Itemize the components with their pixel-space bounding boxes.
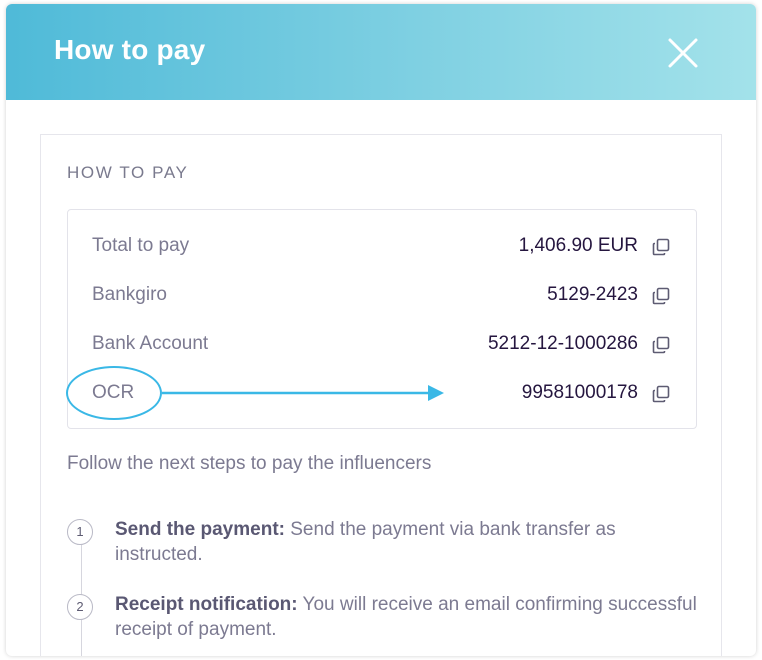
ocr-annotation-arrow bbox=[162, 385, 444, 401]
step-text: Send the payment: Send the payment via b… bbox=[115, 517, 705, 567]
step-title: Send the payment: bbox=[115, 519, 285, 540]
step-title: Receipt notification: bbox=[115, 594, 298, 615]
copy-icon[interactable] bbox=[652, 287, 670, 305]
row-value: 1,406.90 EUR bbox=[518, 235, 638, 256]
row-label: Bank Account bbox=[92, 333, 209, 354]
row-value: 5212-12-1000286 bbox=[487, 333, 638, 354]
row-label: Total to pay bbox=[92, 235, 190, 256]
row-label: Bankgiro bbox=[92, 284, 167, 305]
row-total-to-pay: Total to pay 1,406.90 EUR bbox=[68, 231, 696, 261]
close-button[interactable] bbox=[666, 36, 700, 70]
step-number: 1 bbox=[67, 519, 93, 545]
ocr-highlight-ellipse bbox=[66, 366, 162, 420]
how-to-pay-card: HOW TO PAY Total to pay 1,406.90 EUR Ban… bbox=[40, 134, 722, 656]
copy-icon[interactable] bbox=[652, 238, 670, 256]
close-icon bbox=[668, 38, 698, 68]
section-title: HOW TO PAY bbox=[67, 163, 189, 182]
instructions-text: Follow the next steps to pay the influen… bbox=[67, 453, 432, 474]
row-bankgiro: Bankgiro 5129-2423 bbox=[68, 280, 696, 310]
copy-icon[interactable] bbox=[652, 385, 670, 403]
copy-icon[interactable] bbox=[652, 336, 670, 354]
step-number: 2 bbox=[67, 594, 93, 620]
row-value: 99581000178 bbox=[521, 382, 638, 403]
row-value: 5129-2423 bbox=[547, 284, 638, 305]
step-text: Receipt notification: You will receive a… bbox=[115, 592, 705, 642]
modal-title: How to pay bbox=[54, 34, 206, 65]
row-bank-account: Bank Account 5212-12-1000286 bbox=[68, 329, 696, 359]
payment-details: Total to pay 1,406.90 EUR Bankgiro 5129-… bbox=[66, 209, 697, 429]
steps-connector bbox=[81, 529, 82, 656]
modal-header: How to pay bbox=[6, 4, 756, 100]
payment-modal: How to pay HOW TO PAY Total to pay 1,406… bbox=[6, 4, 756, 656]
